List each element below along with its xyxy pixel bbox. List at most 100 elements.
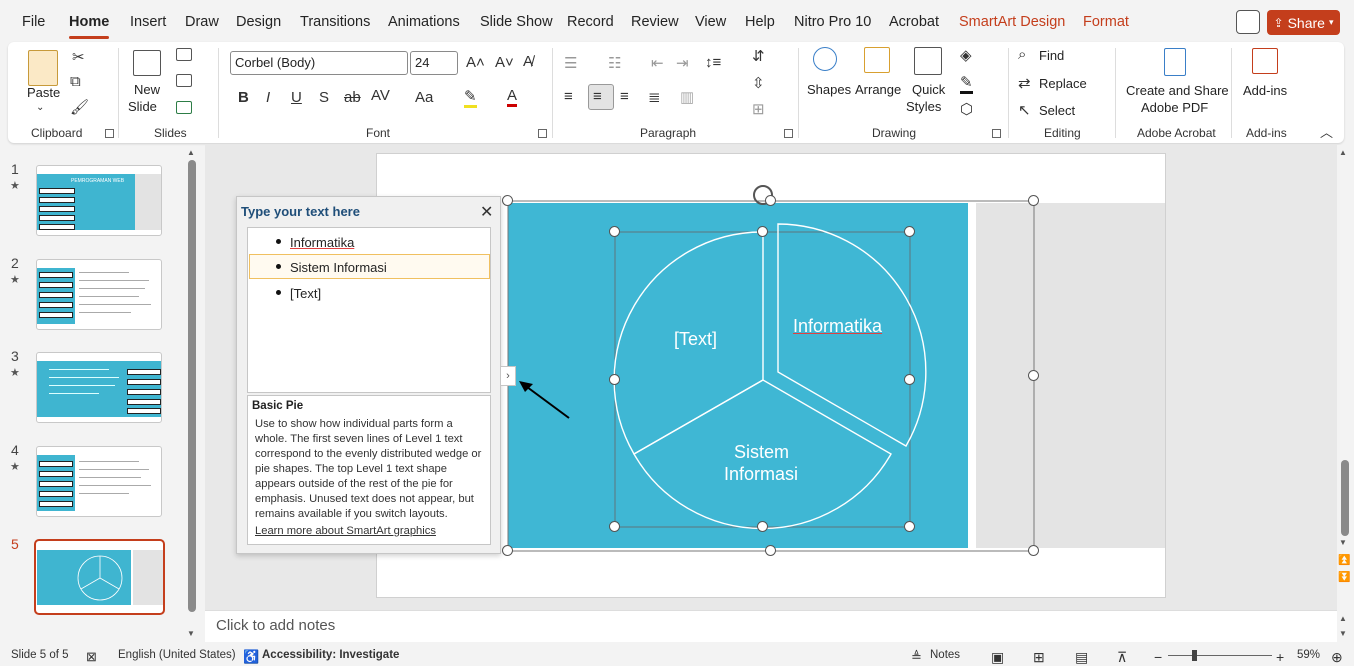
align-right-icon[interactable]: ≡ [620, 88, 629, 105]
text-pane-item-informatika[interactable]: Informatika [290, 235, 354, 250]
menu-insert[interactable]: Insert [130, 14, 166, 30]
notes-icon[interactable]: ≜ [911, 649, 922, 665]
find-icon[interactable]: ⌕ [1018, 46, 1026, 63]
shape-handle[interactable] [904, 521, 915, 532]
accessibility-icon[interactable]: ♿ [243, 649, 259, 665]
shape-outline-icon[interactable]: ✎ [960, 73, 973, 94]
quick-styles-label-2[interactable]: Styles [906, 99, 941, 114]
previous-slide-icon[interactable]: ⏫ [1338, 555, 1350, 566]
menu-acrobat[interactable]: Acrobat [889, 14, 939, 30]
replace-button[interactable]: Replace [1039, 76, 1087, 91]
paste-button[interactable]: Paste [27, 85, 60, 100]
create-pdf-label-2[interactable]: Adobe PDF [1141, 100, 1208, 115]
normal-view-icon[interactable]: ▣ [991, 649, 1004, 666]
text-pane-toggle[interactable]: › [500, 366, 516, 386]
slide-show-icon[interactable]: ⊼ [1117, 649, 1127, 666]
reset-icon[interactable] [176, 74, 192, 87]
create-pdf-icon[interactable] [1164, 48, 1186, 76]
smartart-pie[interactable] [500, 180, 1045, 560]
wedge-label-informatika[interactable]: Informatika [793, 316, 882, 337]
fit-to-window-icon[interactable]: ⊕ [1331, 649, 1343, 666]
slide-sorter-icon[interactable]: ⊞ [1033, 649, 1045, 666]
font-name-select[interactable]: Corbel (Body) [230, 51, 408, 75]
slide-thumbnail-3[interactable] [36, 352, 162, 423]
shape-handle[interactable] [609, 226, 620, 237]
zoom-in-icon[interactable]: + [1276, 649, 1284, 665]
shapes-icon[interactable] [813, 47, 837, 71]
shape-handle[interactable] [904, 226, 915, 237]
font-size-select[interactable]: 24 [410, 51, 458, 75]
wedge-label-text[interactable]: [Text] [674, 329, 717, 350]
zoom-out-icon[interactable]: − [1154, 649, 1162, 665]
resize-handle[interactable] [1028, 195, 1039, 206]
columns-icon[interactable]: ▥ [680, 88, 694, 106]
menu-file[interactable]: File [22, 14, 45, 30]
clear-formatting-icon[interactable]: A̸ [523, 53, 533, 70]
change-case-icon[interactable]: Aa [415, 89, 433, 106]
slide-thumbnail-5[interactable] [34, 539, 165, 615]
underline-icon[interactable]: U [291, 89, 302, 106]
shadow-icon[interactable]: S [319, 89, 329, 106]
notes-button[interactable]: Notes [930, 649, 960, 661]
resize-handle[interactable] [765, 545, 776, 556]
text-pane-item-sistem-informasi[interactable]: Sistem Informasi [290, 260, 387, 275]
wedge-label-informasi[interactable]: Informasi [724, 464, 798, 485]
menu-view[interactable]: View [695, 14, 726, 30]
increase-indent-icon[interactable]: ⇥ [676, 54, 689, 72]
menu-review[interactable]: Review [631, 14, 679, 30]
italic-icon[interactable]: I [266, 89, 270, 106]
next-slide-icon[interactable]: ⏬ [1338, 572, 1350, 583]
slide-thumbnail-2[interactable] [36, 259, 162, 330]
scroll-up-icon[interactable]: ▲ [1339, 148, 1347, 157]
vertical-scrollbar[interactable] [1337, 145, 1354, 642]
chevron-down-icon[interactable]: ⌄ [36, 102, 44, 113]
replace-icon[interactable]: ⇄ [1018, 74, 1031, 92]
font-launcher-icon[interactable] [538, 129, 547, 138]
thumbnail-scrollbar[interactable] [188, 160, 196, 612]
find-button[interactable]: Find [1039, 48, 1064, 63]
decrease-font-icon[interactable]: A˅ [495, 54, 514, 71]
notes-placeholder[interactable]: Click to add notes [216, 617, 335, 634]
character-spacing-icon[interactable]: AV [371, 87, 390, 104]
resize-handle[interactable] [502, 195, 513, 206]
share-button[interactable]: ⇪ Share ▾ [1267, 10, 1340, 35]
menu-format[interactable]: Format [1083, 14, 1129, 30]
wedge-label-sistem[interactable]: Sistem [734, 442, 789, 463]
shape-effects-icon[interactable]: ⬡ [960, 100, 973, 118]
shape-handle[interactable] [904, 374, 915, 385]
select-cursor-icon[interactable]: ↖ [1018, 101, 1031, 119]
collapse-ribbon-icon[interactable]: ︿ [1320, 122, 1333, 141]
menu-design[interactable]: Design [236, 14, 281, 30]
justify-icon[interactable]: ≣ [648, 88, 661, 106]
new-slide-label-1[interactable]: New [134, 82, 160, 97]
learn-more-link[interactable]: Learn more about SmartArt graphics [255, 525, 436, 537]
scroll-up-icon[interactable]: ▲ [1339, 614, 1347, 623]
paste-icon[interactable] [28, 50, 58, 86]
shape-handle[interactable] [757, 226, 768, 237]
comments-button[interactable] [1236, 10, 1260, 34]
increase-font-icon[interactable]: A˄ [466, 54, 485, 71]
text-pane-item-text[interactable]: [Text] [290, 286, 321, 301]
text-direction-icon[interactable]: ⇵ [752, 47, 765, 65]
align-center-icon[interactable]: ≡ [593, 88, 602, 105]
bold-icon[interactable]: B [238, 89, 249, 106]
line-spacing-icon[interactable]: ↕≡ [705, 54, 721, 71]
align-left-icon[interactable]: ≡ [564, 88, 573, 105]
shapes-button[interactable]: Shapes [807, 82, 851, 97]
decrease-indent-icon[interactable]: ⇤ [651, 54, 664, 72]
slide-thumbnail-4[interactable] [36, 446, 162, 517]
notes-pane[interactable] [205, 610, 1337, 642]
resize-handle[interactable] [765, 195, 776, 206]
new-slide-icon[interactable] [133, 50, 161, 76]
layout-icon[interactable] [176, 48, 192, 61]
section-icon[interactable] [176, 101, 192, 114]
text-pane-list[interactable] [247, 227, 491, 393]
menu-draw[interactable]: Draw [185, 14, 219, 30]
add-ins-icon[interactable] [1252, 48, 1278, 74]
menu-animations[interactable]: Animations [388, 14, 460, 30]
scroll-up-icon[interactable]: ▲ [187, 148, 195, 157]
zoom-level[interactable]: 59% [1297, 649, 1320, 661]
resize-handle[interactable] [502, 545, 513, 556]
shape-handle[interactable] [757, 521, 768, 532]
numbering-icon[interactable]: ☷ [608, 54, 621, 72]
